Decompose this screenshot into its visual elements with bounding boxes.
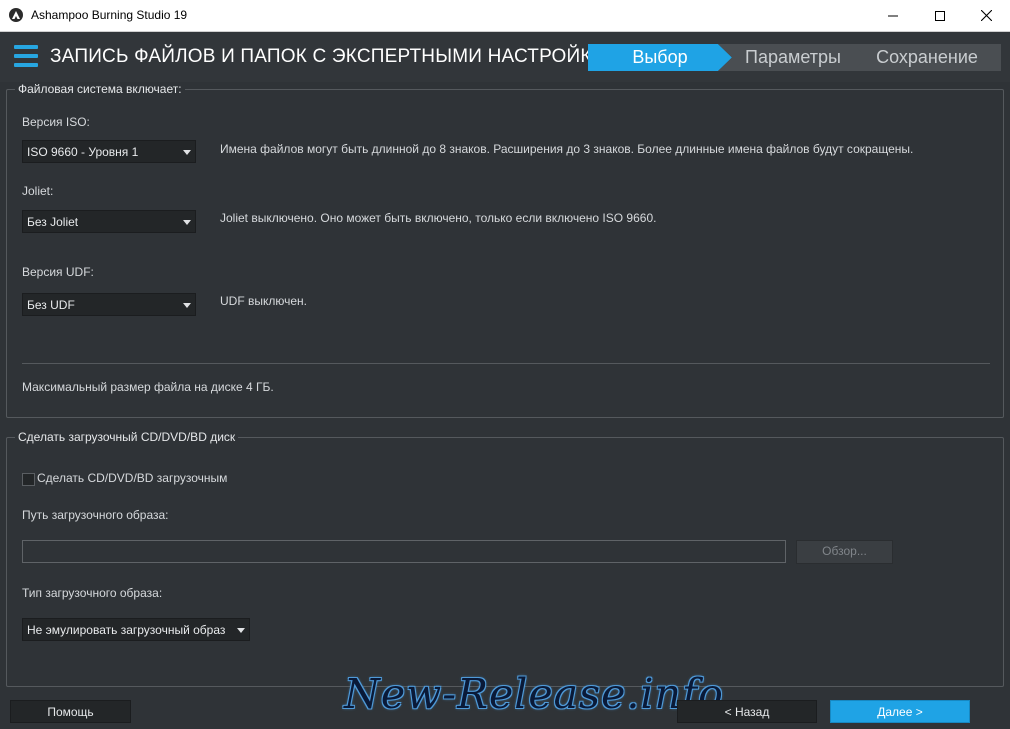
back-button[interactable]: < Назад: [677, 700, 817, 723]
divider: [22, 363, 990, 364]
chevron-down-icon: [237, 628, 245, 633]
step-select: Выбор: [588, 44, 732, 71]
chevron-down-icon: [183, 220, 191, 225]
title-bar: Ashampoo Burning Studio 19: [0, 0, 1010, 32]
watermark: New-Release.info: [344, 670, 724, 718]
chevron-down-icon: [183, 150, 191, 155]
iso-version-select[interactable]: ISO 9660 - Уровня 1: [22, 140, 196, 163]
boot-image-type-value: Не эмулировать загрузочный образ: [27, 623, 226, 637]
app-logo-icon: [9, 8, 23, 22]
filesystem-group: Файловая система включает: Версия ISO: I…: [6, 82, 1004, 418]
maximize-button[interactable]: [917, 0, 963, 31]
close-button[interactable]: [963, 0, 1009, 31]
joliet-description: Joliet выключено. Оно может быть включен…: [220, 211, 657, 225]
joliet-value: Без Joliet: [27, 215, 79, 229]
page-title: ЗАПИСЬ ФАЙЛОВ И ПАПОК С ЭКСПЕРТНЫМИ НАСТ…: [50, 46, 609, 67]
udf-version-value: Без UDF: [27, 298, 75, 312]
menu-icon[interactable]: [14, 45, 38, 67]
joliet-select[interactable]: Без Joliet: [22, 210, 196, 233]
help-button[interactable]: Помощь: [10, 700, 131, 723]
udf-description: UDF выключен.: [220, 294, 308, 308]
joliet-label: Joliet:: [22, 184, 54, 198]
close-icon: [980, 10, 992, 21]
wizard-header: ЗАПИСЬ ФАЙЛОВ И ПАПОК С ЭКСПЕРТНЫМИ НАСТ…: [0, 32, 1010, 82]
bootable-checkbox[interactable]: [22, 473, 35, 486]
bootable-checkbox-label[interactable]: Сделать CD/DVD/BD загрузочным: [37, 471, 227, 485]
chevron-down-icon: [183, 303, 191, 308]
max-file-size-text: Максимальный размер файла на диске 4 ГБ.: [22, 380, 274, 394]
iso-version-value: ISO 9660 - Уровня 1: [27, 145, 139, 159]
browse-button[interactable]: Обзор...: [796, 540, 893, 564]
boot-image-type-label: Тип загрузочного образа:: [22, 586, 163, 600]
minimize-icon: [888, 15, 898, 16]
udf-version-select[interactable]: Без UDF: [22, 293, 196, 316]
iso-description: Имена файлов могут быть длинной до 8 зна…: [220, 142, 914, 156]
iso-version-label: Версия ISO:: [22, 115, 90, 129]
next-button[interactable]: Далее >: [830, 700, 970, 723]
maximize-icon: [935, 10, 945, 21]
boot-image-path-label: Путь загрузочного образа:: [22, 508, 169, 522]
boot-group-title: Сделать загрузочный CD/DVD/BD диск: [15, 430, 239, 444]
step-parameters: Параметры: [718, 44, 868, 71]
boot-image-type-select[interactable]: Не эмулировать загрузочный образ: [22, 618, 250, 641]
filesystem-group-title: Файловая система включает:: [15, 82, 185, 96]
window-title: Ashampoo Burning Studio 19: [31, 8, 188, 22]
minimize-button[interactable]: [870, 0, 916, 31]
step-save: Сохранение: [853, 44, 1001, 71]
boot-image-path-input[interactable]: [22, 540, 786, 563]
udf-version-label: Версия UDF:: [22, 265, 94, 279]
boot-group: Сделать загрузочный CD/DVD/BD диск Сдела…: [6, 430, 1004, 687]
